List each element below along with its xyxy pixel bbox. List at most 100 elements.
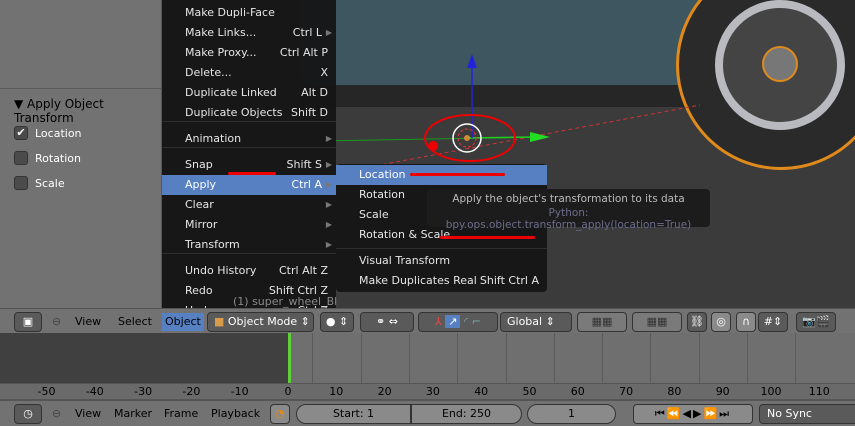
collapse-menus-icon[interactable]: ⊖ bbox=[52, 313, 61, 331]
object-menu: Make Dupli-Face Make Links... Ctrl L ▶ Make … bbox=[162, 0, 336, 317]
submenu-item-label: Visual Transform bbox=[359, 254, 451, 267]
menu-item-apply[interactable]: Apply Ctrl A ▶ bbox=[162, 175, 336, 195]
mode-select[interactable]: ■ Object Mode ⇕ bbox=[207, 312, 314, 332]
layers-grid-2[interactable]: ▦▦ bbox=[632, 312, 682, 332]
auto-keying-icon[interactable]: ◔ bbox=[270, 404, 290, 424]
menu-item-delete[interactable]: Delete... X bbox=[162, 63, 336, 83]
location-checkbox[interactable]: ✔ bbox=[14, 126, 28, 140]
menu-item-mirror[interactable]: Mirror ▶ bbox=[162, 215, 336, 235]
menu-item-label: Make Proxy... bbox=[185, 46, 257, 59]
scale-label: Scale bbox=[35, 177, 65, 190]
menu-item-make-dupli-face[interactable]: Make Dupli-Face bbox=[162, 3, 336, 23]
timeline-header: ◷ ⊖ View Marker Frame Playback ◔ Start: … bbox=[0, 400, 855, 426]
menu-item-undo-history[interactable]: Undo History Ctrl Alt Z bbox=[162, 261, 336, 281]
menu-item-duplicate-objects[interactable]: Duplicate Objects Shift D bbox=[162, 103, 336, 123]
menu-item-label: Delete... bbox=[185, 66, 232, 79]
submenu-item-label: Make Duplicates Real bbox=[359, 274, 477, 287]
annotation-stroke bbox=[440, 236, 535, 239]
select-menu[interactable]: Select bbox=[118, 313, 152, 331]
menu-item-animation[interactable]: Animation ▶ bbox=[162, 129, 336, 149]
play-reverse-icon: ◀ bbox=[682, 407, 693, 420]
timeline-gridline bbox=[698, 333, 700, 383]
submenu-arrow-icon: ▶ bbox=[325, 134, 332, 143]
layers-grid-1[interactable]: ▦▦ bbox=[577, 312, 627, 332]
menu-item-label: Mirror bbox=[185, 218, 218, 231]
frame-tick-label: 80 bbox=[667, 385, 682, 398]
menu-item-shortcut: Ctrl Alt Z bbox=[279, 264, 328, 277]
submenu-arrow-icon: ▶ bbox=[325, 28, 332, 37]
collapse-menus-icon[interactable]: ⊖ bbox=[52, 405, 61, 423]
submenu-item-label: Rotation bbox=[359, 188, 406, 201]
frame-ruler[interactable]: -50 -40 -30 -20 -10 0 10 20 30 40 50 60 70 80 90 100 110 bbox=[0, 383, 855, 400]
frame-tick-label: 70 bbox=[619, 385, 634, 398]
frame-menu[interactable]: Frame bbox=[164, 405, 198, 423]
menu-item-duplicate-linked[interactable]: Duplicate Linked Alt D bbox=[162, 83, 336, 103]
frame-tick-label: 10 bbox=[329, 385, 344, 398]
frame-tick-label: -30 bbox=[134, 385, 153, 398]
frame-tick-label: 60 bbox=[570, 385, 585, 398]
menu-item-label: Make Dupli-Face bbox=[185, 6, 275, 19]
menu-item-clear[interactable]: Clear ▶ bbox=[162, 195, 336, 215]
end-frame-field[interactable]: End: 250 bbox=[411, 404, 522, 424]
menu-item-label: Redo bbox=[185, 284, 213, 297]
tooltip: Apply the object's transformation to its… bbox=[427, 189, 710, 231]
panel-title[interactable]: ▼ Apply Object Transform bbox=[14, 97, 161, 125]
submenu-item-shortcut: Shift Ctrl A bbox=[479, 274, 539, 287]
play-icon: ▶ bbox=[693, 407, 704, 420]
prev-keyframe-icon: ⏪ bbox=[666, 407, 683, 420]
menu-item-shortcut: Alt D bbox=[301, 86, 328, 99]
render-buttons[interactable]: 📷🎬 bbox=[796, 312, 836, 332]
manipulator-buttons[interactable]: ⅄ ↗ ◜ ⌐ bbox=[418, 312, 498, 332]
tooltip-python: Python: bpy.ops.object.transform_apply(l… bbox=[445, 207, 692, 231]
current-frame-line[interactable] bbox=[288, 333, 291, 383]
timeline-gridline bbox=[457, 333, 459, 383]
menu-item-transform[interactable]: Transform ▶ bbox=[162, 235, 336, 255]
frame-tick-label: 110 bbox=[808, 385, 830, 398]
submenu-item-make-duplicates-real[interactable]: Make Duplicates Real Shift Ctrl A bbox=[336, 271, 547, 291]
layer-lock-icon[interactable]: ⛓ bbox=[687, 312, 707, 332]
viewport-shading-select[interactable]: ● ⇕ bbox=[320, 312, 354, 332]
object-menu-button[interactable]: Object bbox=[162, 313, 204, 331]
scale-checkbox[interactable] bbox=[14, 176, 28, 190]
start-frame-field[interactable]: Start: 1 bbox=[296, 404, 411, 424]
marker-menu[interactable]: Marker bbox=[114, 405, 152, 423]
menu-item-shortcut: Shift D bbox=[291, 106, 328, 119]
menu-separator bbox=[336, 248, 547, 249]
menu-item-label: Duplicate Linked bbox=[185, 86, 277, 99]
proportional-edit-icon[interactable]: ◎ bbox=[711, 312, 731, 332]
rotation-label: Rotation bbox=[35, 152, 82, 165]
timeline-gridline bbox=[747, 333, 748, 383]
pivot-point-select[interactable]: ⚭ ⇔ bbox=[360, 312, 414, 332]
frame-tick-label: 30 bbox=[425, 385, 440, 398]
sync-mode-select[interactable]: No Sync bbox=[759, 404, 855, 424]
timeline-editor-type-button[interactable]: ◷ bbox=[14, 404, 42, 424]
3d-view-header: ▣ ⊖ View Select Object ■ Object Mode ⇕ ●… bbox=[0, 308, 855, 334]
frame-tick-label: -20 bbox=[182, 385, 201, 398]
playback-controls[interactable]: ⏮⏪◀▶⏩⏭ bbox=[633, 404, 753, 424]
scale-icon: ⌐ bbox=[471, 315, 481, 328]
rotation-checkbox[interactable] bbox=[14, 151, 28, 165]
submenu-item-visual-transform[interactable]: Visual Transform bbox=[336, 251, 547, 271]
menu-item-label: Animation bbox=[185, 132, 242, 145]
snap-element-select[interactable]: #⇕ bbox=[758, 312, 788, 332]
view-menu[interactable]: View bbox=[75, 405, 101, 423]
snap-magnet-icon[interactable]: ∩ bbox=[736, 312, 756, 332]
manipulator-axes-icon: ⅄ bbox=[435, 315, 442, 328]
location-label: Location bbox=[35, 127, 82, 140]
editor-type-button[interactable]: ▣ bbox=[14, 312, 42, 332]
timeline-gridline bbox=[795, 333, 797, 383]
frame-tick-label: -50 bbox=[37, 385, 56, 398]
menu-item-make-links[interactable]: Make Links... Ctrl L ▶ bbox=[162, 23, 336, 43]
menu-item-make-proxy[interactable]: Make Proxy... Ctrl Alt P bbox=[162, 43, 336, 63]
camera-icon: 📷 bbox=[802, 315, 816, 328]
translate-icon: ↗ bbox=[445, 315, 461, 328]
current-frame-field[interactable]: 1 bbox=[527, 404, 616, 424]
menu-item-shortcut: Shift S bbox=[286, 158, 322, 171]
transform-orientation-select[interactable]: Global ⇕ bbox=[500, 312, 572, 332]
menu-item-label: Make Links... bbox=[185, 26, 257, 39]
jump-start-icon: ⏮ bbox=[654, 407, 667, 420]
playback-menu[interactable]: Playback bbox=[211, 405, 260, 423]
menu-item-label: Clear bbox=[185, 198, 214, 211]
rotate-icon: ◜ bbox=[463, 315, 469, 328]
view-menu[interactable]: View bbox=[75, 313, 101, 331]
